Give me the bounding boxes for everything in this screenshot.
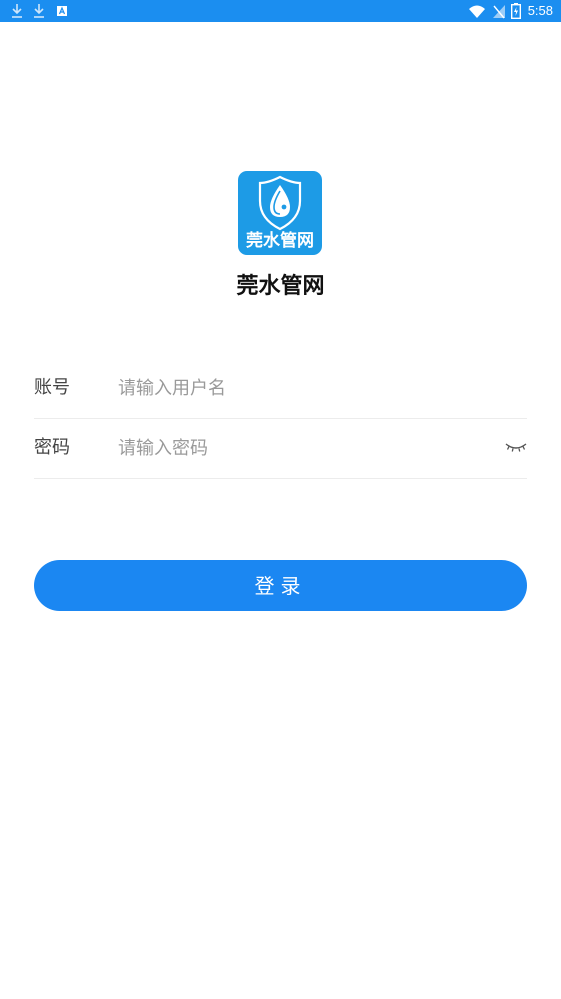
download-icon <box>10 3 24 19</box>
login-button[interactable]: 登录 <box>34 560 527 611</box>
username-input[interactable] <box>118 372 498 404</box>
status-bar: 5:58 <box>0 0 561 22</box>
download-icon <box>32 3 46 19</box>
eye-closed-icon[interactable] <box>505 437 527 457</box>
status-time: 5:58 <box>527 3 553 18</box>
password-row: 密码 <box>34 418 527 479</box>
password-label: 密码 <box>34 437 70 458</box>
logo-text: 莞水管网 <box>246 231 314 251</box>
account-row: 账号 <box>34 358 527 419</box>
app-notification-icon <box>55 3 69 19</box>
app-title: 莞水管网 <box>236 274 325 299</box>
account-label: 账号 <box>34 377 70 398</box>
battery-icon <box>510 3 522 23</box>
login-screen: 5:58 莞水管网 莞水管网 账号 密码 登录 <box>0 0 561 999</box>
app-logo: 莞水管网 <box>238 171 322 255</box>
no-signal-icon <box>493 4 505 23</box>
password-input[interactable] <box>118 432 478 464</box>
wifi-icon <box>469 4 485 23</box>
